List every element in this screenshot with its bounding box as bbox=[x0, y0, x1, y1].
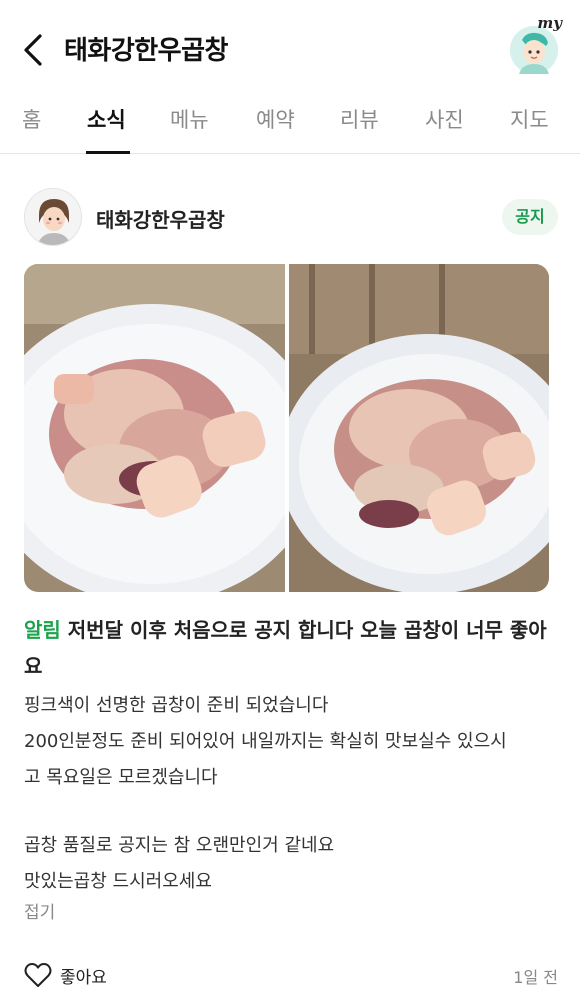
my-label: my bbox=[537, 14, 562, 32]
active-tab-indicator bbox=[86, 151, 130, 154]
tab-menu[interactable]: 메뉴 bbox=[170, 104, 209, 134]
tab-map[interactable]: 지도 bbox=[510, 104, 549, 134]
headline-tag: 알림 bbox=[24, 618, 61, 642]
post-photo-1[interactable] bbox=[24, 264, 285, 592]
page-title: 태화강한우곱창 bbox=[64, 36, 228, 66]
body-line: 핑크색이 선명한 곱창이 준비 되었습니다 bbox=[24, 695, 329, 716]
my-avatar-button[interactable]: my bbox=[510, 14, 562, 74]
heart-icon bbox=[24, 963, 52, 987]
like-button[interactable]: 좋아요 bbox=[24, 960, 107, 990]
top-bar: 태화강한우곱창 my bbox=[0, 0, 580, 96]
body-line: 고 목요일은 모르겠습니다 bbox=[24, 767, 218, 788]
tab-reviews[interactable]: 리뷰 bbox=[340, 104, 379, 134]
food-photo-image bbox=[289, 264, 549, 592]
post-timestamp: 1일 전 bbox=[513, 968, 558, 987]
user-avatar-icon bbox=[510, 26, 558, 74]
tab-bar: 홈 소식 메뉴 예약 리뷰 사진 지도 bbox=[0, 96, 580, 154]
profile-avatar-icon bbox=[25, 189, 81, 245]
post-footer: 좋아요 1일 전 bbox=[0, 950, 580, 1008]
tab-photos[interactable]: 사진 bbox=[425, 104, 464, 134]
post-headline: 알림 저번달 이후 처음으로 공지 합니다 오늘 곱창이 너무 좋아요 bbox=[24, 612, 556, 684]
post-header: 태화강한우곱창 공지 bbox=[0, 180, 580, 252]
author-profile-image[interactable] bbox=[24, 188, 82, 246]
post-photos bbox=[24, 264, 549, 592]
back-button[interactable] bbox=[18, 30, 54, 70]
body-line: 200인분정도 준비 되어있어 내일까지는 확실히 맛보실수 있으시 bbox=[24, 731, 507, 752]
fold-button[interactable]: 접기 bbox=[24, 898, 55, 923]
body-line: 맛있는곱창 드시러오세요 bbox=[24, 871, 212, 892]
food-photo-image bbox=[24, 264, 285, 592]
body-line: 곱창 품질로 공지는 참 오랜만인거 같네요 bbox=[24, 835, 335, 856]
tab-reservation[interactable]: 예약 bbox=[256, 104, 295, 134]
author-name[interactable]: 태화강한우곱창 bbox=[96, 204, 225, 233]
post-photo-2[interactable] bbox=[289, 264, 549, 592]
headline-text: 저번달 이후 처음으로 공지 합니다 오늘 곱창이 너무 좋아요 bbox=[24, 618, 547, 678]
like-label: 좋아요 bbox=[60, 967, 107, 988]
chevron-left-icon bbox=[24, 34, 42, 66]
tab-home[interactable]: 홈 bbox=[22, 104, 41, 134]
tab-news[interactable]: 소식 bbox=[87, 104, 126, 134]
notice-badge: 공지 bbox=[502, 199, 558, 235]
